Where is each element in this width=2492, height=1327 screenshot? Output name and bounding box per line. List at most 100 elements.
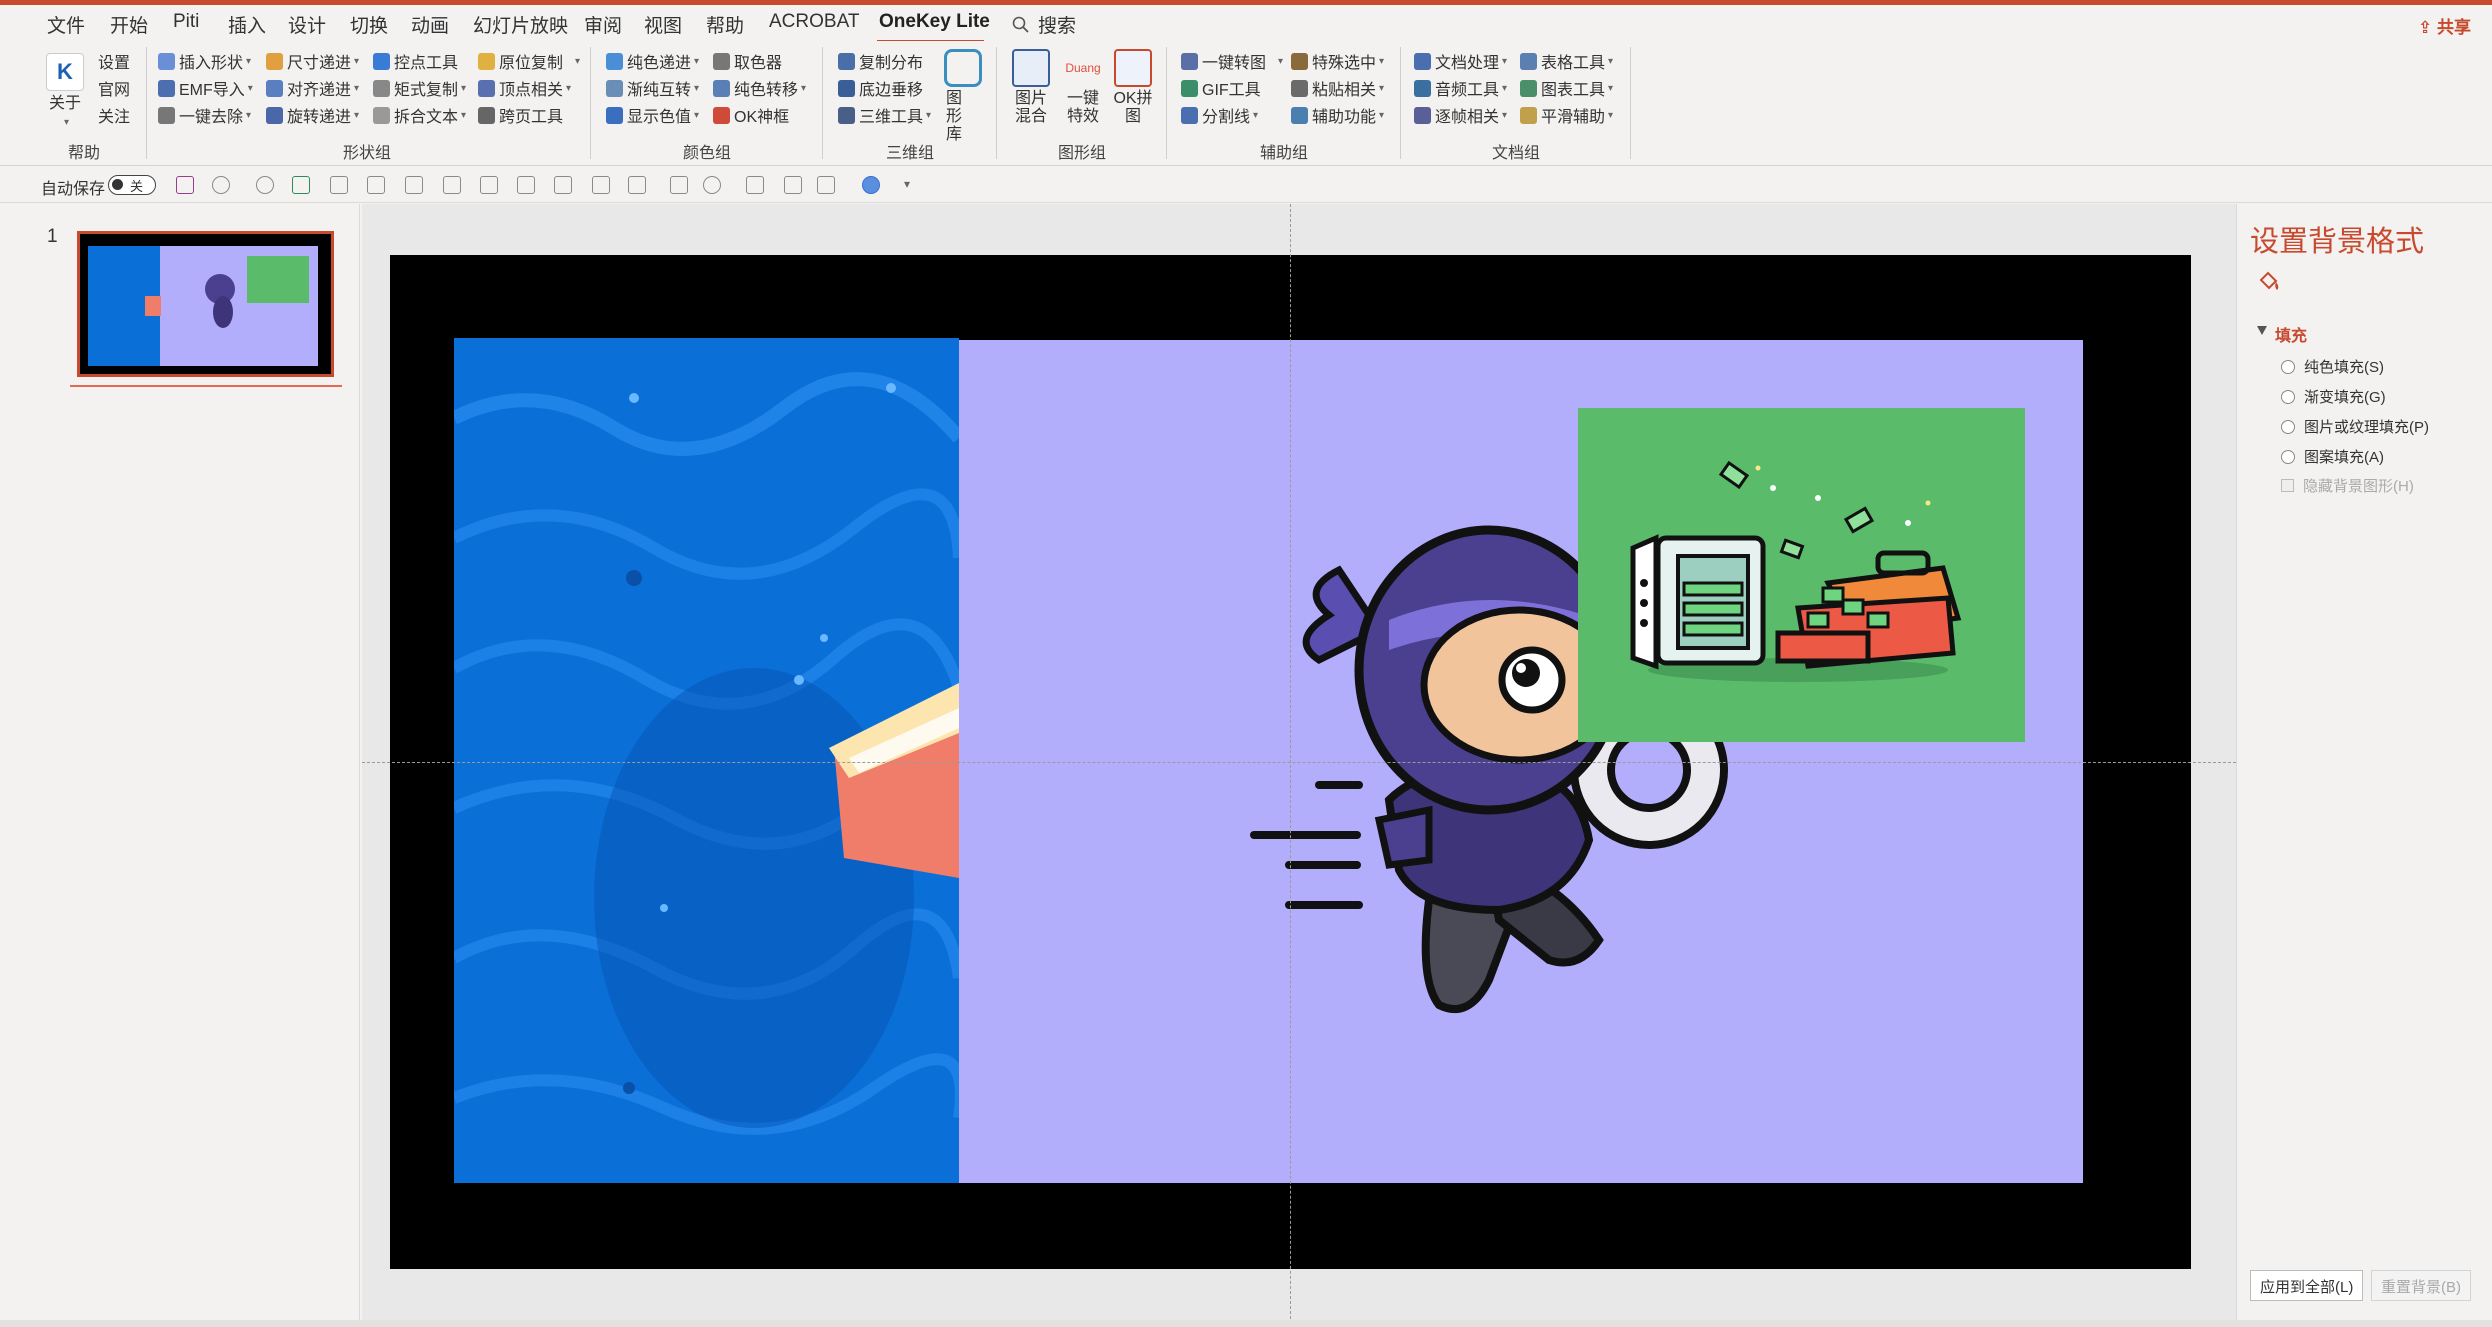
special-select-button[interactable]: 特殊选中 ▾	[1291, 49, 1384, 73]
settings-button[interactable]: 设置	[98, 49, 130, 73]
pattern-fill-option[interactable]: 图案填充(A)	[2281, 446, 2384, 467]
smooth-assist-button[interactable]: 平滑辅助 ▾	[1520, 103, 1613, 127]
one-click-effect-button[interactable]: Duang 一键特效	[1060, 49, 1106, 126]
menu-view[interactable]: 视图	[644, 11, 682, 38]
ungroup-icon[interactable]	[592, 176, 610, 194]
apply-all-button[interactable]: 应用到全部(L)	[2250, 1270, 2364, 1301]
rotate-step-icon	[266, 106, 283, 124]
vertical-guide[interactable]	[1290, 204, 1291, 1324]
gif-tool-button[interactable]: GIF工具	[1181, 76, 1261, 100]
follow-button[interactable]: 关注	[98, 103, 130, 127]
water-image[interactable]	[454, 338, 959, 1183]
align-top-icon[interactable]	[517, 176, 535, 194]
merge-shapes-icon[interactable]	[703, 176, 721, 194]
size-step-button[interactable]: 尺寸递进 ▾	[266, 49, 359, 73]
doc-process-button[interactable]: 文档处理 ▾	[1414, 49, 1507, 73]
solid-step-button[interactable]: 纯色递进 ▾	[606, 49, 699, 73]
slide-thumbnail[interactable]	[77, 231, 334, 377]
menu-animations[interactable]: 动画	[411, 11, 449, 38]
align-center-icon[interactable]	[330, 176, 348, 194]
cross-page-button[interactable]: 跨页工具	[478, 103, 563, 127]
website-button[interactable]: 官网	[98, 76, 130, 100]
image-blend-button[interactable]: 图片混合	[1008, 49, 1054, 126]
paint-bucket-icon[interactable]	[2256, 268, 2282, 294]
divider-line-button[interactable]: 分割线 ▾	[1181, 103, 1258, 127]
radio-gradient[interactable]	[2281, 389, 2295, 404]
align-left-icon[interactable]	[480, 176, 498, 194]
handle-tool-button[interactable]: 控点工具	[373, 49, 458, 73]
eyedropper-button[interactable]: 取色器	[713, 49, 782, 73]
insert-shape-icon	[158, 52, 175, 70]
distribute-h-icon[interactable]	[367, 176, 385, 194]
ok-puzzle-button[interactable]: OK拼图	[1110, 49, 1156, 126]
one-click-image-button[interactable]: 一键转图 ▾	[1181, 49, 1283, 73]
align-middle-icon[interactable]	[405, 176, 423, 194]
share-button[interactable]: ⇪ 共享	[2418, 13, 2471, 38]
menu-insert[interactable]: 插入	[228, 11, 266, 38]
save-icon[interactable]	[176, 176, 194, 194]
frame-related-button[interactable]: 逐帧相关 ▾	[1414, 103, 1507, 127]
about-button[interactable]: K 关于 ▾	[46, 53, 84, 132]
star-icon[interactable]	[746, 176, 764, 194]
radio-picture[interactable]	[2281, 419, 2295, 434]
menu-slideshow[interactable]: 幻灯片放映	[473, 11, 568, 38]
search-box[interactable]: 搜索	[1012, 11, 1076, 38]
radio-solid[interactable]	[2281, 359, 2295, 374]
horizontal-guide[interactable]	[362, 762, 2236, 763]
3d-tools-button[interactable]: 三维工具 ▾	[838, 103, 931, 127]
brush-icon[interactable]	[443, 176, 461, 194]
redo-icon[interactable]	[256, 176, 274, 194]
radio-pattern[interactable]	[2281, 449, 2295, 464]
insert-shape-button[interactable]: 插入形状 ▾	[158, 49, 251, 73]
fill-section-label[interactable]: 填充	[2275, 322, 2307, 346]
menu-file[interactable]: 文件	[47, 11, 85, 38]
align-step-button[interactable]: 对齐递进 ▾	[266, 76, 359, 100]
autosave-label: 自动保存	[41, 181, 106, 198]
vertex-button[interactable]: 顶点相关 ▾	[478, 76, 571, 100]
circle-shape-icon[interactable]	[862, 176, 880, 194]
rotate-step-button[interactable]: 旋转递进 ▾	[266, 103, 359, 127]
present-icon[interactable]	[292, 176, 310, 194]
table-tool-button[interactable]: 表格工具 ▾	[1520, 49, 1613, 73]
in-place-copy-button[interactable]: 原位复制 ▾	[478, 49, 580, 73]
group-icon[interactable]	[554, 176, 572, 194]
split-text-button[interactable]: 拆合文本 ▾	[373, 103, 466, 127]
money-safe-illustration	[1578, 408, 2025, 742]
assist-function-button[interactable]: 辅助功能 ▾	[1291, 103, 1384, 127]
menu-design[interactable]: 设计	[288, 11, 326, 38]
audio-tool-button[interactable]: 音频工具 ▾	[1414, 76, 1507, 100]
pane-title: 设置背景格式	[2250, 226, 2425, 258]
menu-piti[interactable]: Piti	[173, 11, 199, 33]
menu-acrobat[interactable]: ACROBAT	[769, 11, 859, 33]
arrange-icon[interactable]	[817, 176, 835, 194]
menu-help[interactable]: 帮助	[706, 11, 744, 38]
ok-frame-button[interactable]: OK神框	[713, 103, 789, 127]
matrix-copy-button[interactable]: 矩式复制 ▾	[373, 76, 466, 100]
paste-related-button[interactable]: 粘贴相关 ▾	[1291, 76, 1384, 100]
gradient-fill-option[interactable]: 渐变填充(G)	[2281, 386, 2386, 407]
chart-tool-button[interactable]: 图表工具 ▾	[1520, 76, 1613, 100]
copy-distribute-button[interactable]: 复制分布	[838, 49, 923, 73]
section-collapse-icon[interactable]	[2257, 326, 2267, 335]
matrix-icon	[373, 79, 390, 97]
solid-fill-option[interactable]: 纯色填充(S)	[2281, 356, 2384, 377]
menu-transitions[interactable]: 切换	[350, 11, 388, 38]
customize-qat-icon[interactable]: ▾	[904, 177, 910, 191]
one-click-remove-button[interactable]: 一键去除 ▾	[158, 103, 251, 127]
color-transfer-button[interactable]: 纯色转移 ▾	[713, 76, 806, 100]
picture-fill-option[interactable]: 图片或纹理填充(P)	[2281, 416, 2429, 437]
bars-icon[interactable]	[670, 176, 688, 194]
money-safe-image[interactable]	[1578, 408, 2025, 742]
undo-icon[interactable]	[212, 176, 230, 194]
menu-home[interactable]: 开始	[110, 11, 148, 38]
menu-onekey[interactable]: OneKey Lite	[879, 11, 990, 33]
shape-library-button[interactable]: 图形库	[944, 49, 982, 144]
emf-import-button[interactable]: EMF导入 ▾	[158, 76, 253, 100]
gradient-convert-button[interactable]: 渐纯互转 ▾	[606, 76, 699, 100]
show-color-button[interactable]: 显示色值 ▾	[606, 103, 699, 127]
autosave-toggle[interactable]: 关	[108, 175, 156, 195]
bottom-shift-button[interactable]: 底边垂移	[838, 76, 923, 100]
rotate-icon[interactable]	[628, 176, 646, 194]
menu-review[interactable]: 审阅	[584, 11, 622, 38]
send-back-icon[interactable]	[784, 176, 802, 194]
